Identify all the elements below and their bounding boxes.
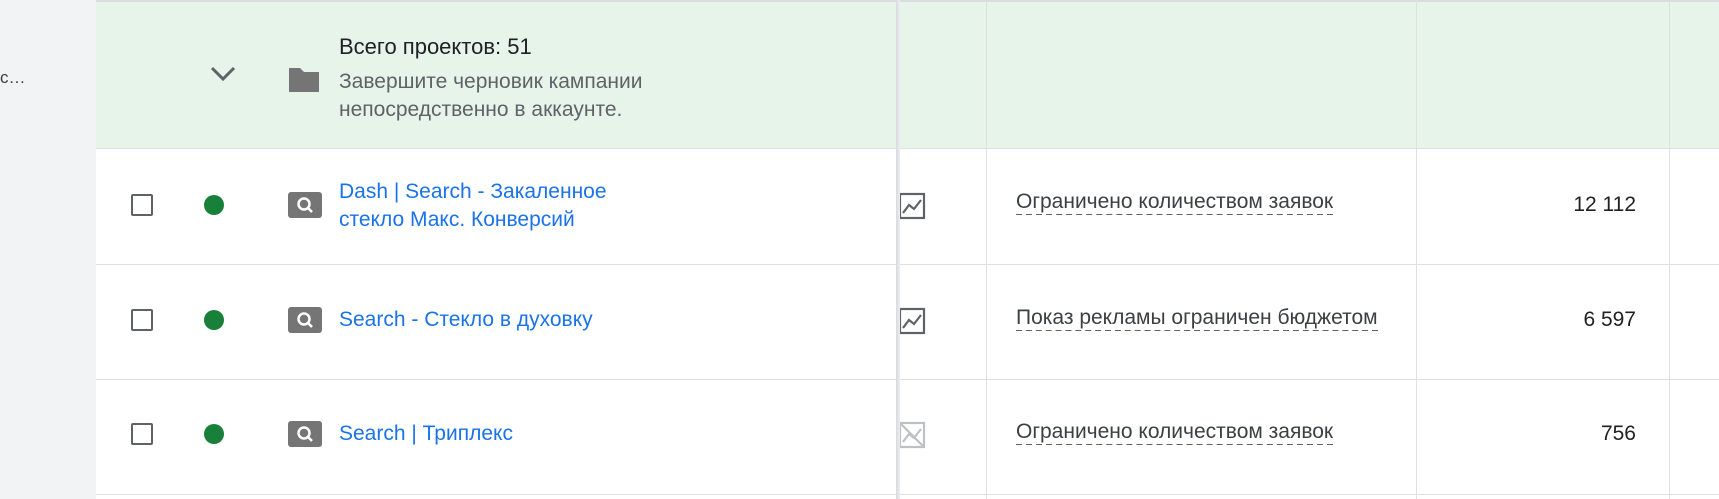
- budget-value: 6 597: [1583, 308, 1636, 331]
- budget-value: 12 112: [1573, 193, 1636, 216]
- table-row: Dash | Search - Закаленное стекло Макс. …: [96, 149, 1719, 265]
- column-divider: [986, 0, 987, 499]
- summary-title: Всего проектов: 51: [339, 34, 532, 59]
- campaigns-table: Всего проектов: 51 Завершите черновик ка…: [96, 0, 1719, 499]
- campaigns-page: с… Всего проектов: 51 Завершите черновик…: [0, 0, 1719, 499]
- sticky-column-edge: [896, 0, 900, 499]
- nav-truncated-label[interactable]: с…: [0, 68, 26, 88]
- campaign-name-link[interactable]: Search - Стекло в духовку: [339, 306, 593, 334]
- budget-value: 756: [1600, 422, 1636, 445]
- campaign-name-line2: стекло Макс. Конверсий: [339, 208, 575, 231]
- table-row: Search - Стекло в духовку Показ рекламы …: [96, 265, 1719, 380]
- summary-row: Всего проектов: 51 Завершите черновик ка…: [96, 0, 1719, 149]
- row-checkbox[interactable]: [131, 423, 153, 445]
- status-label: Показ рекламы ограничен бюджетом: [1016, 306, 1378, 331]
- status-enabled-dot: [204, 195, 224, 215]
- table-row: Search | Триплекс Ограничено количеством…: [96, 380, 1719, 495]
- left-navigation-strip: с…: [0, 0, 96, 499]
- row-checkbox[interactable]: [131, 309, 153, 331]
- chevron-down-icon[interactable]: [208, 62, 238, 86]
- column-divider: [1669, 0, 1670, 499]
- row-checkbox[interactable]: [131, 194, 153, 216]
- campaign-name-link[interactable]: Search | Триплекс: [339, 420, 513, 448]
- campaign-status-text[interactable]: Ограничено количеством заявок: [1016, 189, 1416, 215]
- folder-icon: [289, 68, 319, 92]
- status-enabled-dot: [204, 424, 224, 444]
- campaign-name-line1: Dash | Search - Закаленное: [339, 180, 607, 203]
- campaign-status-text[interactable]: Показ рекламы ограничен бюджетом: [1016, 305, 1416, 331]
- campaign-name-link[interactable]: Dash | Search - Закаленное стекло Макс. …: [339, 178, 607, 234]
- status-label: Ограничено количеством заявок: [1016, 190, 1334, 215]
- campaign-name-line1: Search - Стекло в духовку: [339, 308, 593, 331]
- column-divider: [1416, 0, 1417, 499]
- search-campaign-icon: [288, 192, 322, 218]
- status-label: Ограничено количеством заявок: [1016, 420, 1334, 445]
- status-enabled-dot: [204, 310, 224, 330]
- campaign-name-line1: Search | Триплекс: [339, 422, 513, 445]
- summary-subtitle: Завершите черновик кампании непосредстве…: [339, 70, 643, 121]
- campaign-status-text[interactable]: Ограничено количеством заявок: [1016, 419, 1416, 445]
- chart-icon[interactable]: [898, 192, 926, 220]
- search-campaign-icon: [288, 307, 322, 333]
- search-campaign-icon: [288, 421, 322, 447]
- chart-off-icon[interactable]: [898, 421, 926, 449]
- chart-icon[interactable]: [898, 307, 926, 335]
